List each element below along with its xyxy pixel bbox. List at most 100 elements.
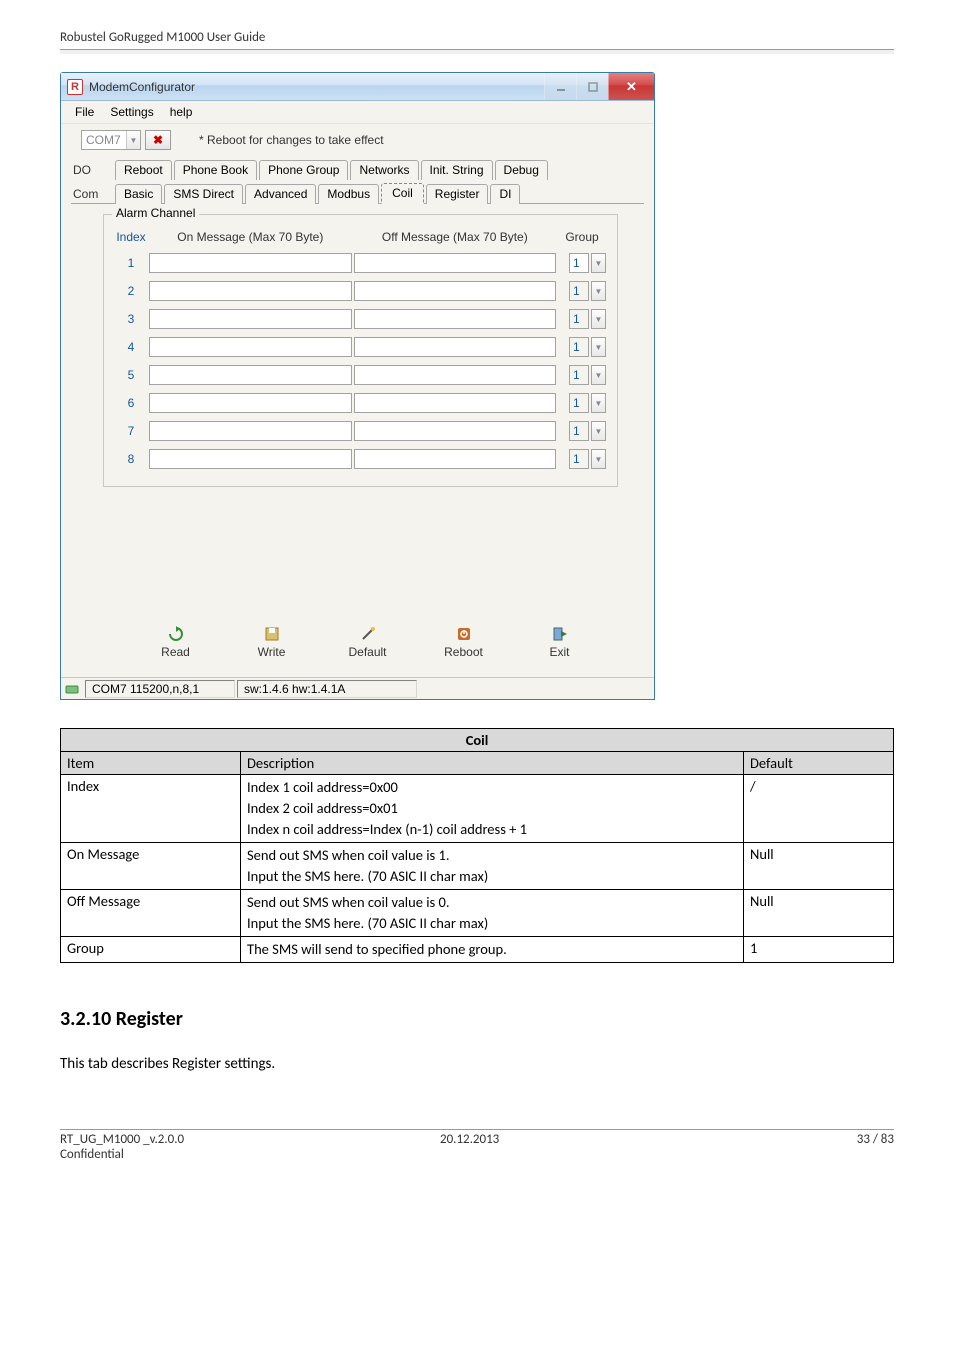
row-index: 8 xyxy=(114,448,148,470)
table-row: 8 1▼ xyxy=(114,448,607,470)
footer-confidential: Confidential xyxy=(60,1147,440,1162)
app-icon: R xyxy=(67,79,83,95)
reboot-action-button[interactable]: Reboot xyxy=(438,625,490,659)
off-message-input[interactable] xyxy=(354,253,556,273)
group-value: 1 xyxy=(569,253,589,273)
group-value: 1 xyxy=(569,421,589,441)
table-row: 61▼ xyxy=(114,392,607,414)
row-index: 3 xyxy=(114,308,148,330)
menu-file[interactable]: File xyxy=(67,103,102,121)
off-message-input[interactable] xyxy=(354,393,556,413)
menu-settings[interactable]: Settings xyxy=(102,103,161,121)
chevron-down-icon[interactable]: ▼ xyxy=(591,281,606,301)
exit-button[interactable]: Exit xyxy=(534,625,586,659)
reboot-note: * Reboot for changes to take effect xyxy=(199,133,384,147)
off-message-input[interactable] xyxy=(354,281,556,301)
tab-networks[interactable]: Networks xyxy=(350,160,418,180)
chevron-down-icon[interactable]: ▼ xyxy=(591,309,606,329)
group-value: 1 xyxy=(569,449,589,469)
document-header-rule xyxy=(60,49,894,54)
spec-col-default: Default xyxy=(744,752,894,775)
save-icon xyxy=(263,625,281,643)
on-message-input[interactable] xyxy=(149,309,352,329)
read-button[interactable]: Read xyxy=(150,625,202,659)
table-row: 51▼ xyxy=(114,364,607,386)
alarm-table: Index On Message (Max 70 Byte) Off Messa… xyxy=(114,223,607,476)
chevron-down-icon[interactable]: ▼ xyxy=(591,421,606,441)
tab-reboot[interactable]: Reboot xyxy=(115,160,172,180)
on-message-input[interactable] xyxy=(149,421,352,441)
spec-desc: The SMS will send to specified phone gro… xyxy=(241,937,744,963)
tab-register[interactable]: Register xyxy=(426,184,489,204)
tab-advanced[interactable]: Advanced xyxy=(245,184,316,204)
tab-coil[interactable]: Coil xyxy=(381,183,424,204)
app-window: R ModemConfigurator ✕ File Settings help xyxy=(60,72,655,700)
table-row: IndexIndex 1 coil address=0x00Index 2 co… xyxy=(61,775,894,843)
tab-init-string[interactable]: Init. String xyxy=(421,160,493,180)
on-message-input[interactable] xyxy=(149,337,352,357)
reboot-label: Reboot xyxy=(444,645,483,659)
minimize-button[interactable] xyxy=(544,73,576,100)
on-message-input[interactable] xyxy=(149,281,352,301)
on-message-input[interactable] xyxy=(149,393,352,413)
tab-debug[interactable]: Debug xyxy=(495,160,548,180)
exit-icon xyxy=(551,625,569,643)
footer-doc-id: RT_UG_M1000 _v.2.0.0 xyxy=(60,1132,440,1147)
chevron-down-icon[interactable]: ▼ xyxy=(591,393,606,413)
on-message-input[interactable] xyxy=(149,253,352,273)
chevron-down-icon[interactable]: ▼ xyxy=(591,449,606,469)
menu-help[interactable]: help xyxy=(162,103,201,121)
chevron-down-icon[interactable]: ▼ xyxy=(591,337,606,357)
connection-icon xyxy=(61,682,83,696)
footer-page: 33 / 83 xyxy=(774,1132,894,1162)
tab-phone-group[interactable]: Phone Group xyxy=(259,160,348,180)
tab-di[interactable]: DI xyxy=(490,184,520,204)
spec-desc: Send out SMS when coil value is 0.Input … xyxy=(241,890,744,937)
spec-item: Group xyxy=(61,937,241,963)
refresh-icon xyxy=(167,625,185,643)
off-message-input[interactable] xyxy=(354,449,556,469)
table-row: 21▼ xyxy=(114,280,607,302)
chevron-down-icon: ▼ xyxy=(126,131,140,149)
document-header: Robustel GoRugged M1000 User Guide xyxy=(60,30,894,49)
off-message-input[interactable] xyxy=(354,337,556,357)
coil-spec-table: Coil Item Description Default IndexIndex… xyxy=(60,728,894,963)
chevron-down-icon[interactable]: ▼ xyxy=(591,365,606,385)
default-button[interactable]: Default xyxy=(342,625,394,659)
spec-default: 1 xyxy=(744,937,894,963)
footer-date: 20.12.2013 xyxy=(440,1132,774,1162)
tabs-row1-label: DO xyxy=(71,163,115,180)
toolbar: COM7 ▼ ✖ * Reboot for changes to take ef… xyxy=(61,124,654,156)
status-version: sw:1.4.6 hw:1.4.1A xyxy=(237,680,417,698)
group-value: 1 xyxy=(569,393,589,413)
tab-sms-direct[interactable]: SMS Direct xyxy=(164,184,243,204)
tabs-row2-label: Com xyxy=(71,187,115,204)
tab-basic[interactable]: Basic xyxy=(115,184,162,204)
col-off-message: Off Message (Max 70 Byte) xyxy=(353,229,557,246)
write-button[interactable]: Write xyxy=(246,625,298,659)
section-body: This tab describes Register settings. xyxy=(60,1055,894,1073)
tab-modbus[interactable]: Modbus xyxy=(318,184,379,204)
tab-phone-book[interactable]: Phone Book xyxy=(174,160,257,180)
on-message-input[interactable] xyxy=(149,365,352,385)
off-message-input[interactable] xyxy=(354,365,556,385)
on-message-input[interactable] xyxy=(149,449,352,469)
row-index: 5 xyxy=(114,364,148,386)
com-port-value: COM7 xyxy=(82,133,126,147)
disconnect-button[interactable]: ✖ xyxy=(145,130,171,150)
group-value: 1 xyxy=(569,337,589,357)
group-value: 1 xyxy=(569,281,589,301)
chevron-down-icon[interactable]: ▼ xyxy=(591,253,606,273)
com-port-select[interactable]: COM7 ▼ xyxy=(81,130,141,150)
spec-desc: Send out SMS when coil value is 1.Input … xyxy=(241,843,744,890)
statusbar: COM7 115200,n,8,1 sw:1.4.6 hw:1.4.1A xyxy=(61,677,654,699)
spec-col-item: Item xyxy=(61,752,241,775)
close-button[interactable]: ✕ xyxy=(608,73,654,100)
table-row: On MessageSend out SMS when coil value i… xyxy=(61,843,894,890)
off-message-input[interactable] xyxy=(354,421,556,441)
off-message-input[interactable] xyxy=(354,309,556,329)
spec-default: Null xyxy=(744,890,894,937)
maximize-button[interactable] xyxy=(576,73,608,100)
table-row: 31▼ xyxy=(114,308,607,330)
default-label: Default xyxy=(348,645,386,659)
